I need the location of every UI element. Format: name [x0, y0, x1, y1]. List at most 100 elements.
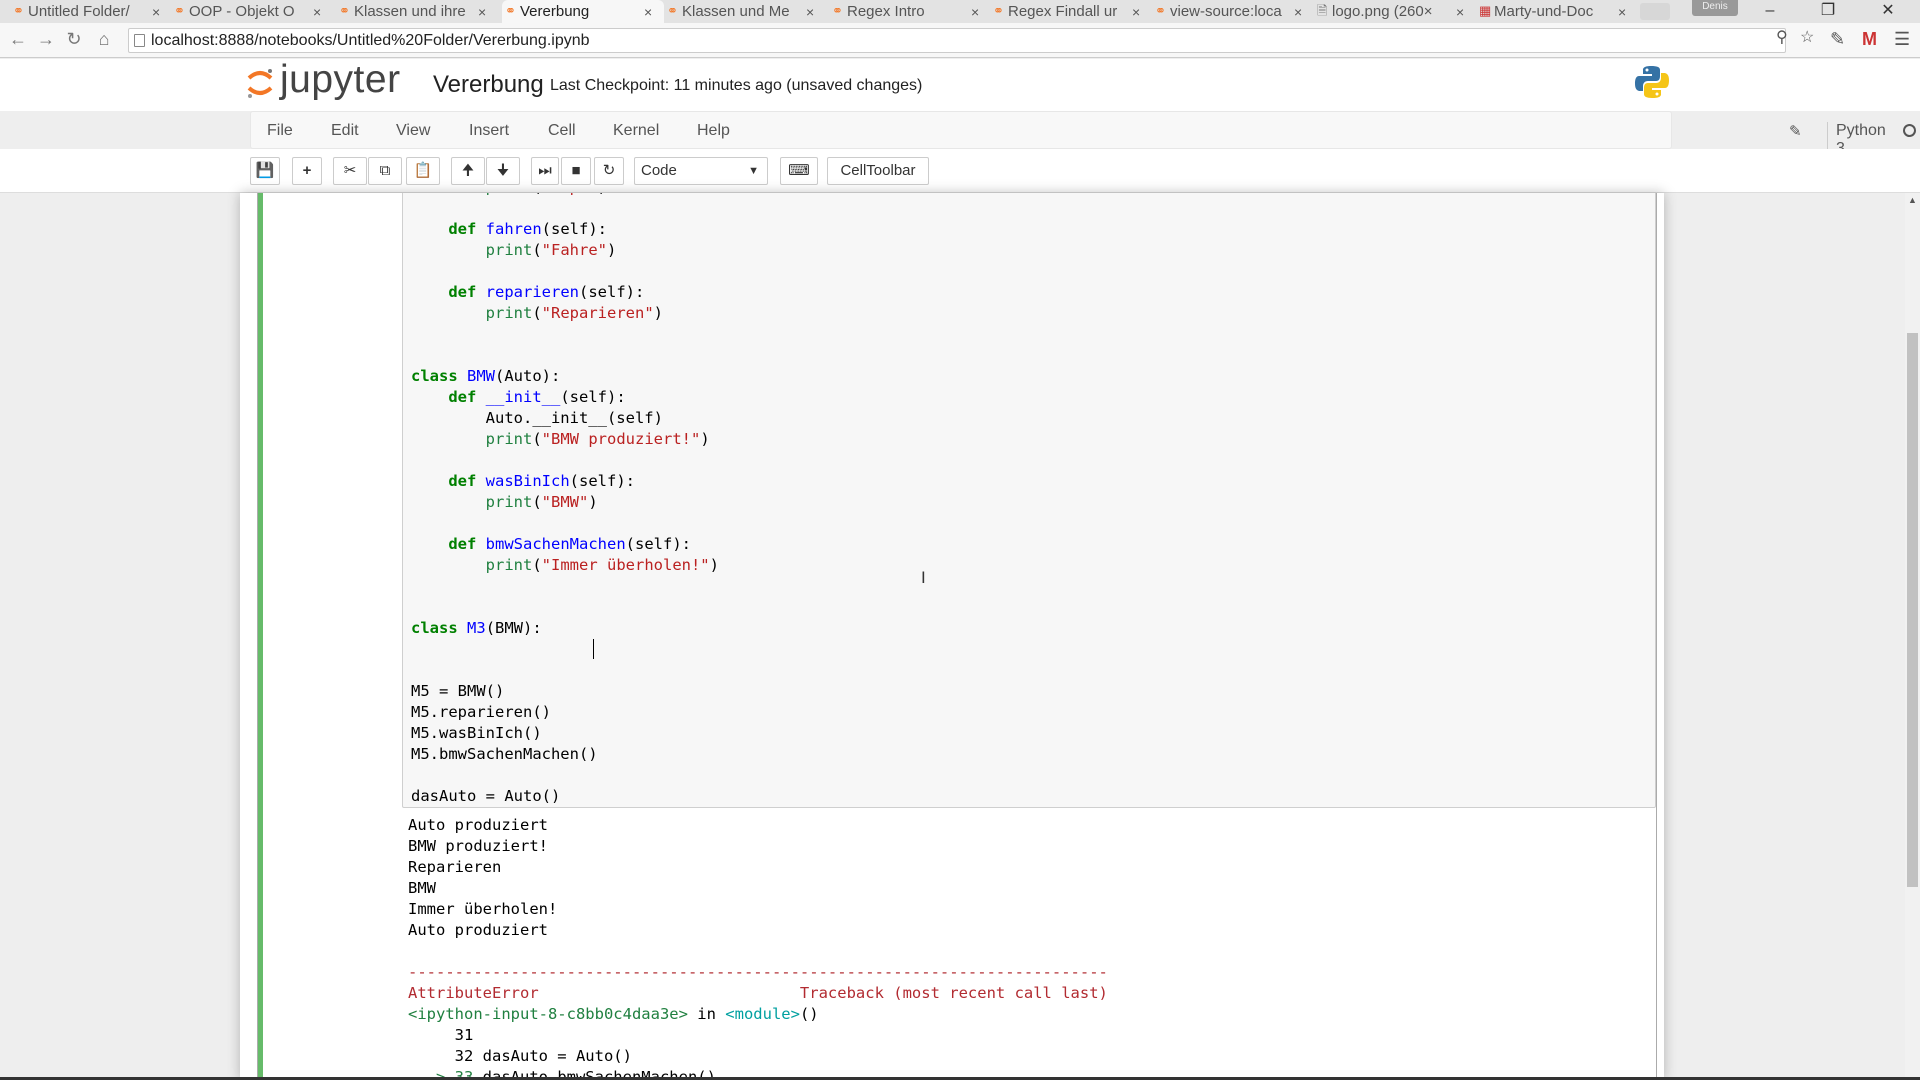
menu-cell[interactable]: Cell	[548, 122, 576, 140]
tab-title: OOP - Objekt O	[189, 3, 295, 20]
profile-badge[interactable]: Denis	[1692, 0, 1738, 16]
plus-icon: +	[302, 162, 312, 179]
forward-icon[interactable]: →	[34, 27, 58, 51]
insert-cell-button[interactable]: +	[292, 157, 322, 185]
notebook-name[interactable]: Vererbung	[433, 71, 544, 99]
arrow-down-icon: 🠋	[496, 162, 510, 179]
reload-icon[interactable]: ↻	[62, 27, 86, 51]
interrupt-button[interactable]: ■	[561, 157, 591, 185]
code-input-area[interactable]: print("Hupe") def fahren(self): print("F…	[402, 193, 1656, 808]
paste-button[interactable]: 📋	[406, 157, 440, 185]
tab-close-icon[interactable]: ×	[478, 4, 492, 20]
extension-pen-icon[interactable]: ✎	[1830, 29, 1845, 50]
browser-tab[interactable]: ⚭ Regex Intro ×	[829, 0, 991, 23]
move-up-button[interactable]: 🠉	[451, 157, 485, 185]
address-toolbar: ← → ↻ ⌂ localhost:8888/notebooks/Untitle…	[0, 23, 1920, 58]
cell-output: Auto produziert BMW produziert! Reparier…	[408, 816, 1108, 1080]
text-cursor	[593, 639, 594, 659]
tab-close-icon[interactable]: ×	[1618, 4, 1632, 20]
code-cell[interactable]: print("Hupe") def fahren(self): print("F…	[257, 193, 1657, 1080]
tab-close-icon[interactable]: ×	[806, 4, 820, 20]
paste-icon: 📋	[413, 162, 433, 179]
gmail-icon[interactable]: M	[1862, 29, 1877, 50]
home-icon[interactable]: ⌂	[92, 27, 116, 51]
restart-button[interactable]: ↻	[594, 157, 624, 185]
browser-tab[interactable]: 🗎 logo.png (260× ×	[1314, 0, 1476, 23]
notebook-toolbar: 💾 + ✂ ⧉ 📋 🠉 🠋 ⏭ ■ ↻ Code ▼ ⌨ CellToolbar	[0, 149, 1920, 193]
jupyter-icon: ⚭	[505, 3, 516, 18]
chrome-menu-icon[interactable]: ☰	[1894, 29, 1910, 50]
tab-close-icon[interactable]: ×	[1294, 4, 1308, 20]
caret-down-icon: ▼	[748, 165, 759, 177]
copy-icon: ⧉	[379, 162, 391, 179]
jupyter-logo-text[interactable]: jupyter	[280, 58, 401, 102]
zoom-icon[interactable]: ⚲	[1776, 27, 1788, 47]
restore-button[interactable]: ❐	[1808, 0, 1848, 22]
browser-tab[interactable]: ⚭ OOP - Objekt O ×	[171, 0, 333, 23]
browser-tab[interactable]: ⚭ Vererbung ×	[502, 0, 664, 23]
tab-title: Regex Intro	[847, 3, 925, 20]
close-window-button[interactable]: ✕	[1868, 0, 1908, 22]
jupyter-icon: ⚭	[993, 3, 1004, 18]
jupyter-icon: ⚭	[339, 3, 350, 18]
back-icon[interactable]: ←	[6, 27, 30, 51]
tab-close-icon[interactable]: ×	[313, 4, 327, 20]
scissors-icon: ✂	[343, 162, 357, 179]
keyboard-icon: ⌨	[788, 162, 810, 179]
browser-tab[interactable]: ▦ Marty-und-Doc ×	[1476, 0, 1638, 23]
restart-icon: ↻	[602, 162, 616, 179]
tab-title: logo.png (260×	[1332, 3, 1433, 20]
tab-title: view-source:loca	[1170, 3, 1282, 20]
edit-mode-indicator	[258, 193, 263, 1080]
move-down-button[interactable]: 🠋	[486, 157, 520, 185]
jupyter-logo-icon[interactable]	[246, 66, 274, 100]
save-icon: 💾	[255, 162, 275, 179]
scrollbar-thumb[interactable]	[1907, 333, 1918, 887]
menu-edit[interactable]: Edit	[331, 122, 359, 140]
jupyter-icon: ⚭	[1155, 3, 1166, 18]
page-scrollbar[interactable]: ▲	[1905, 193, 1920, 1080]
browser-tab[interactable]: ⚭ Klassen und Me ×	[664, 0, 826, 23]
code-editor[interactable]: print("Hupe") def fahren(self): print("F…	[411, 193, 719, 807]
kernel-status-icon	[1903, 124, 1916, 137]
arrow-up-icon: 🠉	[461, 162, 475, 179]
command-palette-button[interactable]: ⌨	[780, 157, 818, 185]
jupyter-icon: ⚭	[667, 3, 678, 18]
url-text: localhost:8888/notebooks/Untitled%20Fold…	[151, 32, 590, 49]
mouse-ibeam-icon: I	[921, 568, 926, 587]
browser-tab[interactable]: ⚭ Untitled Folder/ ×	[10, 0, 172, 23]
jupyter-icon: ⚭	[832, 3, 843, 18]
save-button[interactable]: 💾	[250, 157, 280, 185]
scroll-up-icon[interactable]: ▲	[1908, 195, 1917, 205]
tab-title: Regex Findall ur	[1008, 3, 1118, 20]
bookmark-star-icon[interactable]: ☆	[1800, 27, 1814, 47]
copy-button[interactable]: ⧉	[368, 157, 402, 185]
tab-close-icon[interactable]: ×	[1132, 4, 1146, 20]
new-tab-button[interactable]	[1640, 3, 1670, 20]
run-button[interactable]: ⏭	[531, 157, 559, 185]
cell-type-select[interactable]: Code ▼	[634, 157, 768, 185]
notebook-container[interactable]: print("Hupe") def fahren(self): print("F…	[240, 193, 1664, 1080]
browser-tab[interactable]: ⚭ Regex Findall ur ×	[990, 0, 1152, 23]
browser-tab[interactable]: ⚭ Klassen und ihre ×	[336, 0, 498, 23]
browser-tab[interactable]: ⚭ view-source:loca ×	[1152, 0, 1314, 23]
page-icon	[134, 34, 145, 47]
tab-close-icon[interactable]: ×	[644, 4, 658, 20]
jupyter-icon: ⚭	[13, 3, 24, 18]
tab-close-icon[interactable]: ×	[152, 4, 166, 20]
tab-title: Vererbung	[520, 3, 590, 20]
python-logo-icon	[1635, 66, 1669, 98]
tab-close-icon[interactable]: ×	[1456, 4, 1470, 20]
tab-close-icon[interactable]: ×	[971, 4, 985, 20]
checkpoint-status: Last Checkpoint: 11 minutes ago (unsaved…	[550, 77, 923, 94]
menu-insert[interactable]: Insert	[469, 122, 509, 140]
menu-view[interactable]: View	[396, 122, 430, 140]
menu-help[interactable]: Help	[697, 122, 730, 140]
menu-kernel[interactable]: Kernel	[613, 122, 659, 140]
tab-title: Marty-und-Doc	[1494, 3, 1594, 20]
minimize-button[interactable]: –	[1750, 0, 1790, 22]
celltoolbar-button[interactable]: CellToolbar	[827, 157, 929, 185]
menu-file[interactable]: File	[267, 122, 293, 140]
url-input[interactable]: localhost:8888/notebooks/Untitled%20Fold…	[128, 28, 1786, 53]
cut-button[interactable]: ✂	[333, 157, 367, 185]
